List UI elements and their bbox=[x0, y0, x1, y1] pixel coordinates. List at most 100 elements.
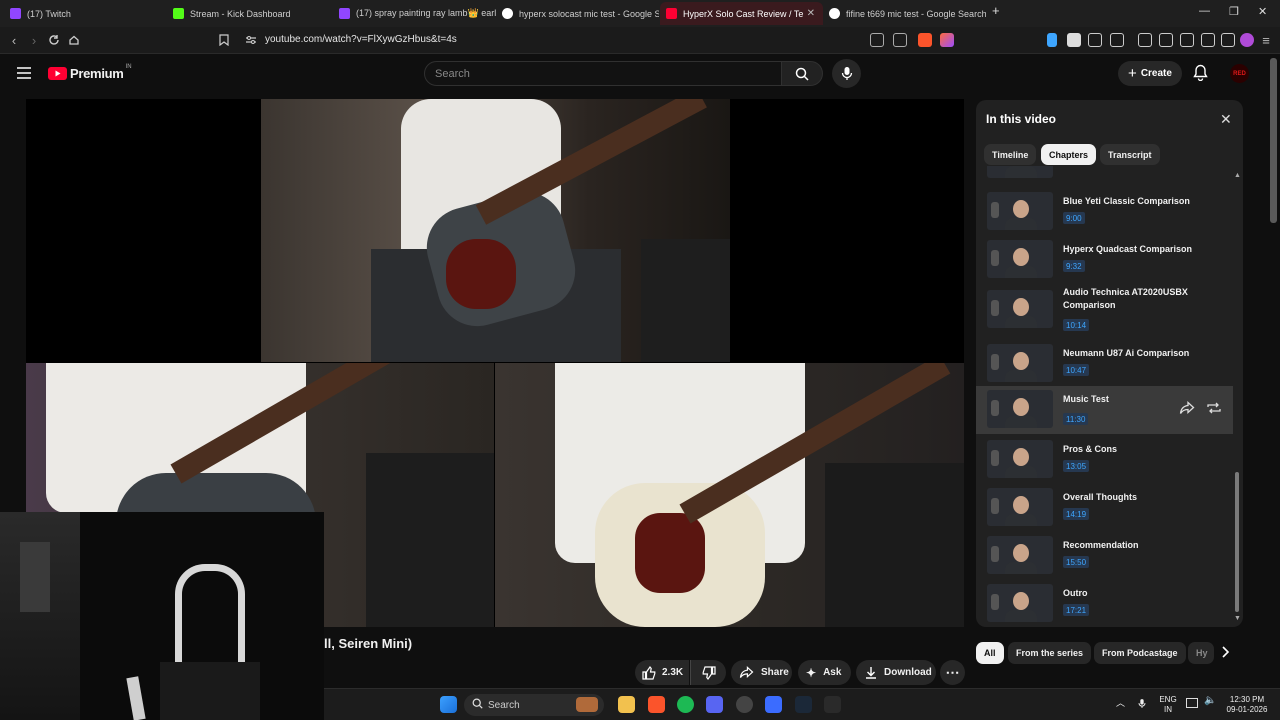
sidebar-icon[interactable] bbox=[1159, 33, 1173, 47]
restore-button[interactable]: ❐ bbox=[1229, 5, 1239, 18]
chapter-title: Pros & Cons bbox=[1063, 444, 1118, 454]
share-label: Share bbox=[761, 667, 789, 678]
kick-icon bbox=[173, 8, 184, 19]
dislike-button[interactable] bbox=[690, 660, 726, 685]
download-button[interactable]: Download bbox=[856, 660, 936, 685]
browser-tab-twitch-stream[interactable]: (17) spray painting ray lamb👑 early bbox=[333, 2, 496, 25]
wallet-icon[interactable] bbox=[1180, 33, 1194, 47]
thumbnail-body bbox=[1005, 562, 1037, 574]
new-tab-button[interactable]: + bbox=[992, 3, 1000, 18]
browser-tab-google-fifine[interactable]: fifine t669 mic test - Google Search bbox=[823, 2, 986, 25]
windows-start-icon[interactable] bbox=[440, 696, 457, 713]
ask-button[interactable]: ✦ Ask bbox=[798, 660, 851, 685]
chapter-item[interactable]: Pros & Cons 13:05 bbox=[976, 437, 1233, 485]
leo-ai-icon[interactable] bbox=[1201, 33, 1215, 47]
tab-chapters[interactable]: Chapters bbox=[1041, 144, 1097, 165]
microphone-tray-icon[interactable] bbox=[1138, 698, 1146, 712]
extension-icon[interactable] bbox=[1110, 33, 1124, 47]
volume-icon[interactable]: 🔈 bbox=[1204, 696, 1216, 706]
close-tab-icon[interactable]: ✕ bbox=[807, 8, 815, 19]
brave-shields-icon[interactable] bbox=[918, 33, 932, 47]
file-explorer-icon[interactable] bbox=[618, 696, 635, 713]
chapter-item[interactable]: Blue Yeti Classic Comparison 9:00 bbox=[976, 189, 1233, 237]
chapter-item[interactable]: Recommendation 15:50 bbox=[976, 533, 1233, 581]
network-icon[interactable] bbox=[1186, 698, 1198, 708]
epic-games-icon[interactable] bbox=[824, 696, 841, 713]
extension-icon[interactable] bbox=[1067, 33, 1081, 47]
download-label: Download bbox=[884, 667, 932, 678]
download-icon bbox=[866, 667, 876, 679]
notifications-bell-icon[interactable] bbox=[1193, 64, 1208, 86]
app-icon[interactable] bbox=[765, 696, 782, 713]
browser-tab-youtube-active[interactable]: HyperX Solo Cast Review / Test | ✕ bbox=[660, 2, 823, 25]
chapter-item[interactable]: Audio Technica AT2020USBX Comparison 10:… bbox=[976, 285, 1233, 339]
category-chip-partial[interactable]: Hy bbox=[1188, 642, 1214, 664]
steam-icon[interactable] bbox=[795, 696, 812, 713]
scroll-up-arrow-icon[interactable]: ▲ bbox=[1234, 172, 1241, 179]
clock[interactable]: 12:30 PM 09-01-2026 bbox=[1222, 695, 1272, 715]
more-actions-button[interactable]: ⋯ bbox=[940, 660, 965, 685]
media-controls-icon[interactable] bbox=[1138, 33, 1152, 47]
thumbnail-body bbox=[1005, 166, 1037, 178]
extensions-puzzle-icon[interactable] bbox=[1088, 33, 1102, 47]
share-button[interactable]: Share bbox=[731, 660, 792, 685]
forward-icon[interactable]: › bbox=[26, 32, 42, 48]
close-icon[interactable]: ✕ bbox=[1220, 111, 1232, 128]
home-icon[interactable] bbox=[66, 32, 82, 48]
url-field[interactable]: youtube.com/watch?v=FlXywGzHbus&t=4s bbox=[265, 34, 457, 45]
language-indicator[interactable]: ENG IN bbox=[1158, 695, 1178, 715]
back-icon[interactable]: ‹ bbox=[6, 32, 22, 48]
browser-tab-google-solocast[interactable]: hyperx solocast mic test - Google Se bbox=[496, 2, 659, 25]
panel-scrollbar[interactable] bbox=[1235, 170, 1239, 620]
chapter-item-active[interactable]: Music Test 11:30 bbox=[976, 386, 1233, 434]
bookmark-icon[interactable] bbox=[216, 32, 232, 48]
brave-rewards-icon[interactable] bbox=[940, 33, 954, 47]
category-chip-podcastage[interactable]: From Podcastage bbox=[1094, 642, 1186, 664]
extension-icon[interactable] bbox=[1047, 33, 1057, 47]
share-chapter-icon[interactable] bbox=[1179, 401, 1195, 420]
create-button[interactable]: + Create bbox=[1118, 61, 1182, 86]
page-scrollbar-thumb[interactable] bbox=[1270, 58, 1277, 223]
chapter-item[interactable]: Neumann U87 Ai Comparison 10:47 bbox=[976, 341, 1233, 389]
profile-icon[interactable] bbox=[1240, 33, 1254, 47]
chapter-timestamp: 17:21 bbox=[1063, 604, 1090, 616]
chapter-item[interactable]: Outro 17:21 bbox=[976, 581, 1233, 627]
category-chip-series[interactable]: From the series bbox=[1008, 642, 1092, 664]
tab-transcript[interactable]: Transcript bbox=[1100, 144, 1160, 165]
brave-browser-icon[interactable] bbox=[648, 696, 665, 713]
like-button[interactable]: 2.3K bbox=[635, 660, 689, 685]
close-window-button[interactable]: ✕ bbox=[1258, 5, 1267, 18]
menu-icon[interactable]: ≡ bbox=[1258, 32, 1274, 48]
tab-timeline[interactable]: Timeline bbox=[984, 144, 1037, 165]
spotify-icon[interactable] bbox=[677, 696, 694, 713]
minimize-button[interactable]: — bbox=[1199, 5, 1210, 17]
chapter-item-partial[interactable] bbox=[976, 166, 1233, 182]
search-button[interactable] bbox=[781, 61, 823, 86]
chapter-item[interactable]: Hyperx Quadcast Comparison 9:32 bbox=[976, 237, 1233, 285]
site-settings-icon[interactable] bbox=[243, 32, 259, 48]
browser-tab-kick[interactable]: Stream - Kick Dashboard bbox=[167, 2, 330, 25]
thumbnail-mic bbox=[991, 546, 999, 562]
avatar[interactable]: RED bbox=[1230, 64, 1249, 83]
scrollbar-thumb[interactable] bbox=[1235, 472, 1239, 612]
browser-tab-twitch[interactable]: (17) Twitch bbox=[4, 2, 167, 25]
category-chip-all[interactable]: All bbox=[976, 642, 1004, 664]
youtube-premium-logo[interactable]: Premium IN bbox=[48, 64, 132, 81]
loop-chapter-icon[interactable] bbox=[1206, 401, 1222, 420]
hamburger-menu-icon[interactable] bbox=[17, 66, 31, 84]
taskbar-search[interactable]: Search bbox=[464, 694, 604, 716]
share-page-icon[interactable] bbox=[893, 33, 907, 47]
windows-taskbar: Search ︿ ENG IN 🔈 12:30 PM 09-01-2026 bbox=[324, 688, 1280, 720]
obs-icon[interactable] bbox=[736, 696, 753, 713]
chapter-item[interactable]: Overall Thoughts 14:19 bbox=[976, 485, 1233, 533]
scroll-down-arrow-icon[interactable]: ▼ bbox=[1234, 615, 1241, 622]
chevron-up-icon[interactable]: ︿ bbox=[1116, 698, 1125, 708]
chevron-right-icon[interactable] bbox=[1220, 645, 1230, 664]
cast-icon[interactable] bbox=[870, 33, 884, 47]
thumbnail-person bbox=[1013, 496, 1029, 514]
discord-icon[interactable] bbox=[706, 696, 723, 713]
voice-search-button[interactable] bbox=[832, 59, 861, 88]
search-input[interactable]: Search bbox=[424, 61, 782, 86]
reload-icon[interactable] bbox=[46, 32, 62, 48]
vpn-icon[interactable] bbox=[1221, 33, 1235, 47]
